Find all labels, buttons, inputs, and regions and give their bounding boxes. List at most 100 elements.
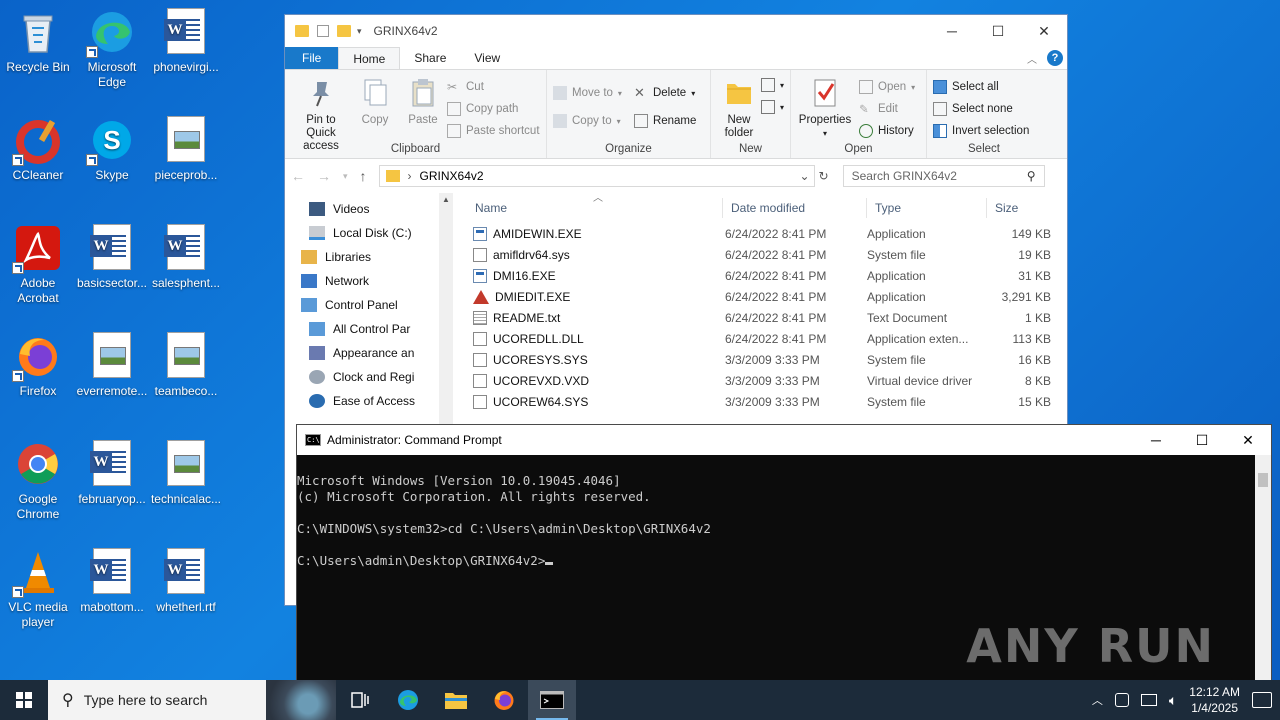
column-size[interactable]: Size xyxy=(987,198,1067,218)
desktop-icon-acrobat[interactable]: Adobe Acrobat xyxy=(0,224,76,306)
address-dropdown-icon[interactable]: ⌄ xyxy=(799,169,813,183)
recent-locations-icon[interactable]: ▾ xyxy=(343,171,348,182)
file-row[interactable]: UCOREDLL.DLL 6/24/2022 8:41 PM Application… xyxy=(453,328,1067,349)
command-prompt-window[interactable]: C:\ Administrator: Command Prompt ─ ☐ ✕ … xyxy=(296,424,1272,720)
file-row[interactable]: amifldrv64.sys 6/24/2022 8:41 PM System fi… xyxy=(453,244,1067,265)
file-row[interactable]: UCOREW64.SYS 3/3/2009 3:33 PM System file 1… xyxy=(453,391,1067,412)
nav-item-clock-region[interactable]: Clock and Regi xyxy=(285,365,439,389)
file-row[interactable]: UCOREVXD.VXD 3/3/2009 3:33 PM Virtual devi… xyxy=(453,370,1067,391)
refresh-icon[interactable]: ↻ xyxy=(819,169,829,183)
desktop-icon-word-doc[interactable]: W whetherl.rtf xyxy=(148,548,224,615)
explorer-titlebar[interactable]: ▾ GRINX64v2 ─ ☐ ✕ xyxy=(285,15,1067,47)
desktop-icon-word-doc[interactable]: W salesphent... xyxy=(148,224,224,291)
copy-path-button[interactable]: Copy path xyxy=(447,100,540,118)
taskbar-cmd-button[interactable] xyxy=(528,680,576,720)
move-to-button[interactable]: Move to ▾ xyxy=(553,84,622,102)
terminal-output[interactable]: Microsoft Windows [Version 10.0.19045.40… xyxy=(297,455,1271,569)
taskbar-edge-button[interactable] xyxy=(384,680,432,720)
desktop-icon-word-doc[interactable]: W mabottom... xyxy=(74,548,150,615)
cmd-titlebar[interactable]: C:\ Administrator: Command Prompt ─ ☐ ✕ xyxy=(297,425,1271,455)
file-row[interactable]: DMI16.EXE 6/24/2022 8:41 PM Application 31 … xyxy=(453,265,1067,286)
network-icon[interactable] xyxy=(1114,693,1129,707)
nav-item-local-disk[interactable]: Local Disk (C:) xyxy=(285,221,439,245)
desktop-icon-word-doc[interactable]: W februaryop... xyxy=(74,440,150,507)
tab-share[interactable]: Share xyxy=(400,47,460,69)
paste-shortcut-button[interactable]: Paste shortcut xyxy=(447,122,540,140)
forward-arrow-icon[interactable]: → xyxy=(317,168,331,184)
nav-item-all-control-panel[interactable]: All Control Par xyxy=(285,317,439,341)
customize-toolbar-icon[interactable]: ▾ xyxy=(357,26,362,37)
close-button[interactable]: ✕ xyxy=(1021,16,1067,46)
desktop-icon-image-doc[interactable]: technicalac... xyxy=(148,440,224,507)
maximize-button[interactable]: ☐ xyxy=(1179,425,1225,455)
desktop-icon-word-doc[interactable]: W basicsector... xyxy=(74,224,150,291)
desktop-icon-image-doc[interactable]: everremote... xyxy=(74,332,150,399)
volume-icon[interactable]: 🔈︎ xyxy=(1169,692,1177,709)
scrollbar-thumb[interactable] xyxy=(1258,473,1268,487)
desktop-icon-edge[interactable]: Microsoft Edge xyxy=(74,8,150,90)
help-icon[interactable]: ? xyxy=(1047,50,1063,66)
select-all-button[interactable]: Select all xyxy=(933,78,1029,96)
desktop-icon-ccleaner[interactable]: CCleaner xyxy=(0,116,76,183)
desktop-icon-chrome[interactable]: Google Chrome xyxy=(0,440,76,522)
desktop-icon-firefox[interactable]: Firefox xyxy=(0,332,76,399)
column-date-modified[interactable]: Date modified xyxy=(723,198,867,218)
show-hidden-icons-chevron-icon[interactable]: ︿ xyxy=(1092,692,1103,708)
nav-item-control-panel[interactable]: Control Panel xyxy=(285,293,439,317)
minimize-button[interactable]: ─ xyxy=(1133,425,1179,455)
file-row[interactable]: AMIDEWIN.EXE 6/24/2022 8:41 PM Application… xyxy=(453,223,1067,244)
desktop-icon-vlc[interactable]: VLC media player xyxy=(0,548,76,630)
file-type: Application xyxy=(867,226,926,241)
cut-button[interactable]: ✂ Cut xyxy=(447,78,540,96)
tab-view[interactable]: View xyxy=(460,47,514,69)
scroll-up-icon[interactable]: ▲ xyxy=(442,195,450,204)
rename-button[interactable]: Rename xyxy=(633,112,696,130)
file-row[interactable]: DMIEDIT.EXE 6/24/2022 8:41 PM Application 3… xyxy=(453,286,1067,307)
maximize-button[interactable]: ☐ xyxy=(975,16,1021,46)
history-button[interactable]: History xyxy=(859,122,915,140)
nav-item-videos[interactable]: Videos xyxy=(285,197,439,221)
column-type[interactable]: Type xyxy=(867,198,987,218)
copy-to-button[interactable]: Copy to ▾ xyxy=(553,112,622,130)
nav-item-appearance[interactable]: Appearance an xyxy=(285,341,439,365)
delete-button[interactable]: ✕ Delete ▾ xyxy=(634,84,696,102)
invert-selection-button[interactable]: Invert selection xyxy=(933,122,1029,140)
open-button[interactable]: Open ▾ xyxy=(859,78,915,96)
desktop-icon-recycle-bin[interactable]: Recycle Bin xyxy=(0,8,76,75)
new-folder-icon[interactable] xyxy=(337,25,351,37)
search-input[interactable]: Search GRINX64v2 ⚲ xyxy=(842,165,1045,187)
nav-item-network[interactable]: Network xyxy=(285,269,439,293)
task-view-button[interactable] xyxy=(336,680,384,720)
taskbar-search-box[interactable]: ⚲ Type here to search xyxy=(48,680,336,720)
taskbar-file-explorer-button[interactable] xyxy=(432,680,480,720)
word-document-icon: W xyxy=(88,440,136,488)
tab-file[interactable]: File xyxy=(285,47,339,69)
clock[interactable]: 12:12 AM 1/4/2025 xyxy=(1189,684,1240,716)
new-item-button[interactable]: ▾ xyxy=(760,76,784,94)
column-name[interactable]: Name xyxy=(453,198,723,218)
desktop-icon-image-doc[interactable]: teambeco... xyxy=(148,332,224,399)
close-button[interactable]: ✕ xyxy=(1225,425,1271,455)
ethernet-icon[interactable] xyxy=(1140,694,1157,706)
tab-home[interactable]: Home xyxy=(338,47,401,69)
up-arrow-icon[interactable]: ↑ xyxy=(360,168,367,184)
notifications-icon[interactable] xyxy=(1252,692,1272,708)
nav-item-ease-of-access[interactable]: Ease of Access xyxy=(285,389,439,413)
back-arrow-icon[interactable]: ← xyxy=(291,168,305,184)
start-button[interactable] xyxy=(0,680,48,720)
file-row[interactable]: README.txt 6/24/2022 8:41 PM Text Document… xyxy=(453,307,1067,328)
quick-access-properties-icon[interactable] xyxy=(317,25,329,37)
desktop-icon-label: Firefox xyxy=(19,384,57,398)
taskbar-firefox-button[interactable] xyxy=(480,680,528,720)
desktop-icon-word-doc[interactable]: W phonevirgi... xyxy=(148,8,224,75)
select-none-button[interactable]: Select none xyxy=(933,100,1029,118)
desktop-icon-skype[interactable]: S Skype xyxy=(74,116,150,183)
file-row[interactable]: UCORESYS.SYS 3/3/2009 3:33 PM System file 1… xyxy=(453,349,1067,370)
address-bar[interactable]: › GRINX64v2 ⌄ xyxy=(378,165,815,187)
easy-access-button[interactable]: ▾ xyxy=(760,98,784,116)
collapse-ribbon-icon[interactable]: ︿ xyxy=(1027,51,1037,66)
nav-item-libraries[interactable]: Libraries xyxy=(285,245,439,269)
edit-button[interactable]: ✎ Edit xyxy=(859,100,915,118)
minimize-button[interactable]: ─ xyxy=(929,16,975,46)
desktop-icon-image-doc[interactable]: pieceprob... xyxy=(148,116,224,183)
